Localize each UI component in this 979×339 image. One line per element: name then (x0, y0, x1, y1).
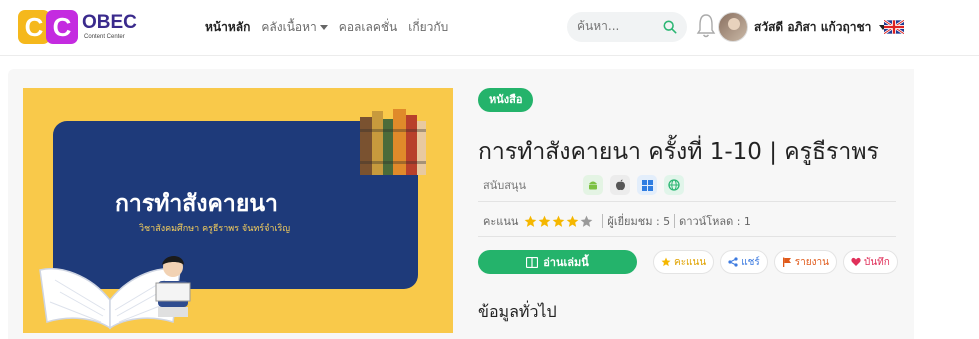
views-count: ผู้เยี่ยมชม : 5 (607, 215, 671, 228)
top-navbar: C C OBEC Content Center หน้าหลัก คลังเนื… (0, 0, 979, 56)
rating-label: คะแนน (483, 215, 519, 228)
user-menu[interactable]: สวัสดี อภิสา แก้วฤาชา (754, 18, 887, 37)
chevron-down-icon (319, 25, 328, 30)
apple-icon (610, 175, 630, 195)
star-filled-icon (525, 215, 537, 227)
star-empty-icon (581, 215, 593, 227)
nav-item-home[interactable]: หน้าหลัก (205, 18, 250, 37)
book-title: การทำสังคายนา ครั้งที่ 1-10 | ครูธีราพร (478, 139, 879, 165)
nav-item-library[interactable]: คลังเนื้อหา (261, 18, 328, 37)
downloads-count: ดาวน์โหลด : 1 (679, 215, 751, 228)
user-name: สวัสดี อภิสา แก้วฤาชา (754, 20, 872, 34)
heart-icon (851, 257, 861, 266)
share-button[interactable]: แชร์ (720, 250, 768, 274)
main-nav: หน้าหลัก คลังเนื้อหา คอลเลคชั่น เกี่ยวกั… (205, 18, 459, 37)
search-box (567, 12, 687, 42)
star-icon (661, 257, 671, 267)
read-book-label: อ่านเล่มนี้ (543, 256, 589, 269)
star-filled-icon (567, 215, 579, 227)
nav-item-about[interactable]: เกี่ยวกับ (408, 18, 448, 37)
stats-row: คะแนน ผู้เยี่ยมชม : 5 ดาวน์โหลด : 1 (483, 212, 751, 230)
separator (602, 214, 604, 228)
flag-icon (782, 257, 791, 267)
windows-icon (637, 175, 657, 195)
avatar[interactable] (718, 12, 748, 42)
reading-kid-illustration (155, 256, 191, 317)
general-info-heading: ข้อมูลทั่วไป (478, 302, 557, 321)
search-input[interactable] (577, 19, 657, 33)
book-icon (526, 256, 539, 268)
site-logo[interactable]: C C OBEC Content Center (18, 10, 137, 44)
save-button[interactable]: บันทึก (842, 250, 898, 274)
report-button[interactable]: รายงาน (773, 250, 837, 274)
book-cover[interactable]: การทำสังคายนา วิชาสังคมศึกษา ครูธีราพร จ… (23, 88, 453, 333)
rate-button[interactable]: คะแนน (653, 250, 715, 274)
cover-title: การทำสังคายนา (115, 191, 278, 217)
logo-name: OBEC (82, 12, 137, 33)
support-label: สนับสนุน (483, 179, 526, 192)
bell-icon[interactable] (696, 13, 716, 39)
divider (478, 236, 896, 237)
logo-letter-2: C (46, 10, 78, 44)
save-button-label: บันทึก (863, 256, 890, 268)
separator (674, 214, 676, 228)
divider (478, 201, 896, 202)
share-icon (728, 257, 738, 267)
star-filled-icon (539, 215, 551, 227)
web-icon (664, 175, 684, 195)
logo-text: OBEC Content Center (82, 13, 137, 41)
platform-support-row: สนับสนุน (483, 175, 691, 195)
category-badge[interactable]: หนังสือ (478, 88, 534, 112)
read-book-button[interactable]: อ่านเล่มนี้ (478, 250, 637, 274)
rate-button-label: คะแนน (674, 256, 707, 268)
books-illustration (360, 109, 426, 175)
uk-flag-icon[interactable] (884, 20, 904, 34)
nav-item-library-label: คลังเนื้อหา (261, 20, 317, 34)
android-icon (583, 175, 603, 195)
search-icon[interactable] (663, 20, 677, 34)
logo-subtitle: Content Center (84, 34, 125, 40)
share-button-label: แชร์ (741, 256, 760, 268)
report-button-label: รายงาน (794, 256, 829, 268)
nav-item-collections[interactable]: คอลเลคชั่น (339, 18, 397, 37)
rating-stars (524, 215, 594, 228)
star-filled-icon (553, 215, 565, 227)
action-buttons: คะแนน แชร์ รายงาน บันทึก (653, 250, 904, 274)
